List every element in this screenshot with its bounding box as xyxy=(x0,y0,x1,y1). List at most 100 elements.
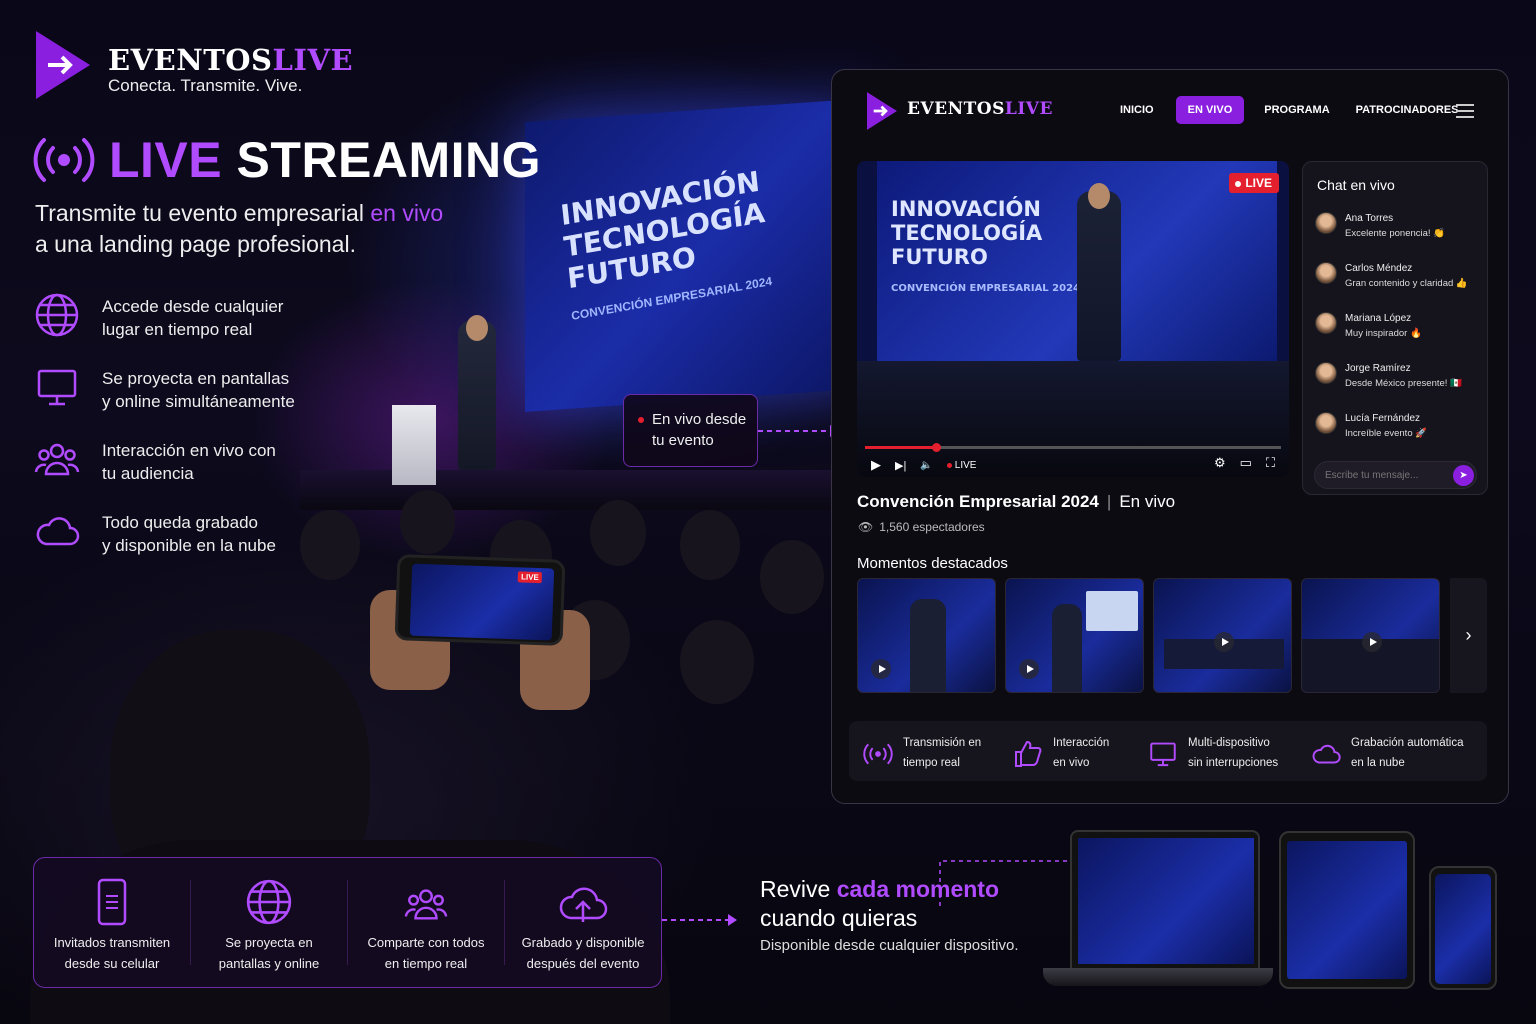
video-screen: INNOVACIÓN TECNOLOGÍA FUTURO CONVENCIÓN … xyxy=(877,161,1277,361)
video-title-row: Convención Empresarial 2024 | En vivo xyxy=(857,492,1176,511)
panel-feature-item: Multi-dispositivo sin interrupciones xyxy=(1148,733,1278,773)
monitor-icon xyxy=(37,369,77,406)
nav-inicio[interactable]: INICIO xyxy=(1120,104,1154,116)
nav-programa[interactable]: PROGRAMA xyxy=(1264,104,1329,116)
chat-name: Carlos Méndez xyxy=(1345,263,1413,274)
panel-feature-line2: tiempo real xyxy=(903,757,960,769)
users-icon xyxy=(404,889,448,920)
chat-name: Jorge Ramírez xyxy=(1345,363,1411,374)
play-icon[interactable] xyxy=(1214,632,1234,652)
video-speaker xyxy=(1077,191,1121,361)
laptop-base xyxy=(1043,968,1273,986)
video-title: Convención Empresarial 2024 xyxy=(857,492,1099,511)
strip-line2: después del evento xyxy=(526,956,640,971)
avatar xyxy=(1315,362,1337,384)
strip-line1: Invitados transmiten xyxy=(53,935,171,950)
play-icon[interactable] xyxy=(1019,659,1039,679)
skip-icon[interactable]: ▶| xyxy=(895,459,906,472)
brand-name-b: LIVE xyxy=(272,43,354,77)
panel-feature-line1: Interacción xyxy=(1053,737,1110,749)
nav-en-vivo[interactable]: EN VIVO xyxy=(1175,96,1245,124)
chat-text: Increíble evento 🚀 xyxy=(1345,428,1428,439)
strip-item: Comparte con todos en tiempo real xyxy=(348,880,505,971)
avatar xyxy=(1315,312,1337,334)
thumbs-up-icon xyxy=(1015,740,1042,767)
cast-icon[interactable]: ▭ xyxy=(1240,455,1252,471)
chat-panel: Chat en vivo Ana Torres Excelente ponenci… xyxy=(1302,161,1488,495)
cloud-icon xyxy=(36,517,80,546)
play-icon[interactable] xyxy=(871,659,891,679)
feature-line2: y online simultáneamente xyxy=(102,392,295,411)
play-icon[interactable]: ▶ xyxy=(871,457,881,473)
chevron-right-icon[interactable]: › xyxy=(1450,578,1487,693)
strip-line2: desde su celular xyxy=(64,956,160,971)
panel-feature-line1: Transmisión en xyxy=(903,737,982,749)
phone-device: LIVE xyxy=(394,554,566,646)
feature-item: Todo queda grabado y disponible en la nub… xyxy=(34,508,334,557)
panel-feature-line2: sin interrupciones xyxy=(1188,757,1279,769)
settings-icon[interactable]: ⚙ xyxy=(1214,455,1226,471)
live-badge-text: LIVE xyxy=(1245,176,1272,190)
chat-name: Lucía Fernández xyxy=(1345,413,1421,424)
hero-title-a: LIVE xyxy=(109,132,223,188)
strip-item: Se proyecta en pantallas y online xyxy=(191,879,348,971)
live-callout: En vivo desde tu evento xyxy=(623,394,758,467)
highlight-thumbnail[interactable] xyxy=(857,578,996,693)
viewers-count: 1,560 espectadores xyxy=(879,520,985,534)
player-controls-right: ⚙ ▭ ⛶ xyxy=(1214,455,1275,471)
globe-icon xyxy=(35,293,79,337)
fullscreen-icon[interactable]: ⛶ xyxy=(1266,455,1275,471)
chat-text: Gran contenido y claridad 👍 xyxy=(1345,278,1468,289)
broadcast-icon xyxy=(33,138,95,182)
highlight-thumbnail[interactable] xyxy=(1005,578,1144,693)
panel-features: Transmisión en tiempo real Interacción en … xyxy=(849,721,1487,781)
strip-line2: pantallas y online xyxy=(218,956,320,971)
progress-knob[interactable] xyxy=(931,443,941,452)
panel-brand-b: LIVE xyxy=(1004,99,1053,119)
send-icon[interactable]: ➤ xyxy=(1453,465,1474,486)
video-status: En vivo xyxy=(1119,492,1176,511)
viewers-row: 👁 1,560 espectadores xyxy=(858,520,985,534)
avatar xyxy=(1315,212,1337,234)
feature-line1: Interacción en vivo con xyxy=(102,441,276,460)
revive-a: Revive xyxy=(760,876,837,902)
live-badge: LIVE xyxy=(1229,173,1279,193)
live-dot-icon xyxy=(638,416,644,423)
progress-track[interactable] xyxy=(865,443,1281,452)
hero-title-b: STREAMING xyxy=(236,132,542,188)
avatar xyxy=(1315,412,1337,434)
volume-icon[interactable]: 🔈 xyxy=(920,460,932,471)
brand-name-a: EVENTOS xyxy=(108,43,273,77)
highlight-thumbnail[interactable] xyxy=(1301,578,1440,693)
strip-line1: Se proyecta en xyxy=(225,935,313,950)
feature-line1: Todo queda grabado xyxy=(102,513,258,532)
chat-title: Chat en vivo xyxy=(1317,177,1395,193)
progress-fill xyxy=(865,446,936,449)
video-line2: TECNOLOGÍA xyxy=(891,221,1043,245)
laptop-device xyxy=(1070,830,1260,970)
strip-line2: en tiempo real xyxy=(384,956,468,971)
live-indicator: LIVE xyxy=(946,460,976,471)
video-line4: CONVENCIÓN EMPRESARIAL 2024 xyxy=(891,283,1080,294)
brand-logo xyxy=(33,29,93,106)
video-line3: FUTURO xyxy=(891,245,988,269)
panel-feature-item: Grabación automática en la nube xyxy=(1311,733,1464,773)
podium xyxy=(392,405,436,485)
revive-subtitle: Disponible desde cualquier dispositivo. xyxy=(760,937,1019,954)
tablet-device xyxy=(1279,831,1415,989)
play-icon[interactable] xyxy=(1362,632,1382,652)
smartphone-device xyxy=(1429,866,1497,990)
feature-item: Accede desde cualquier lugar en tiempo re… xyxy=(34,292,334,341)
logo-play-icon xyxy=(36,31,90,99)
chat-message: Ana Torres Excelente ponencia! 👏 xyxy=(1315,212,1480,243)
hero-subtitle-c: a una landing page profesional. xyxy=(35,231,356,257)
strip-line1: Comparte con todos xyxy=(367,935,485,950)
video-speaker-head xyxy=(1088,183,1110,209)
panel-feature-item: Interacción en vivo xyxy=(1013,733,1109,773)
highlight-thumbnail[interactable] xyxy=(1153,578,1292,693)
chat-text: Excelente ponencia! 👏 xyxy=(1345,228,1446,239)
chat-message: Carlos Méndez Gran contenido y claridad 👍 xyxy=(1315,262,1480,293)
menu-icon[interactable] xyxy=(1455,103,1475,119)
video-player[interactable]: INNOVACIÓN TECNOLOGÍA FUTURO CONVENCIÓN … xyxy=(857,161,1289,477)
nav-patrocinadores[interactable]: PATROCINADORES xyxy=(1356,104,1459,116)
